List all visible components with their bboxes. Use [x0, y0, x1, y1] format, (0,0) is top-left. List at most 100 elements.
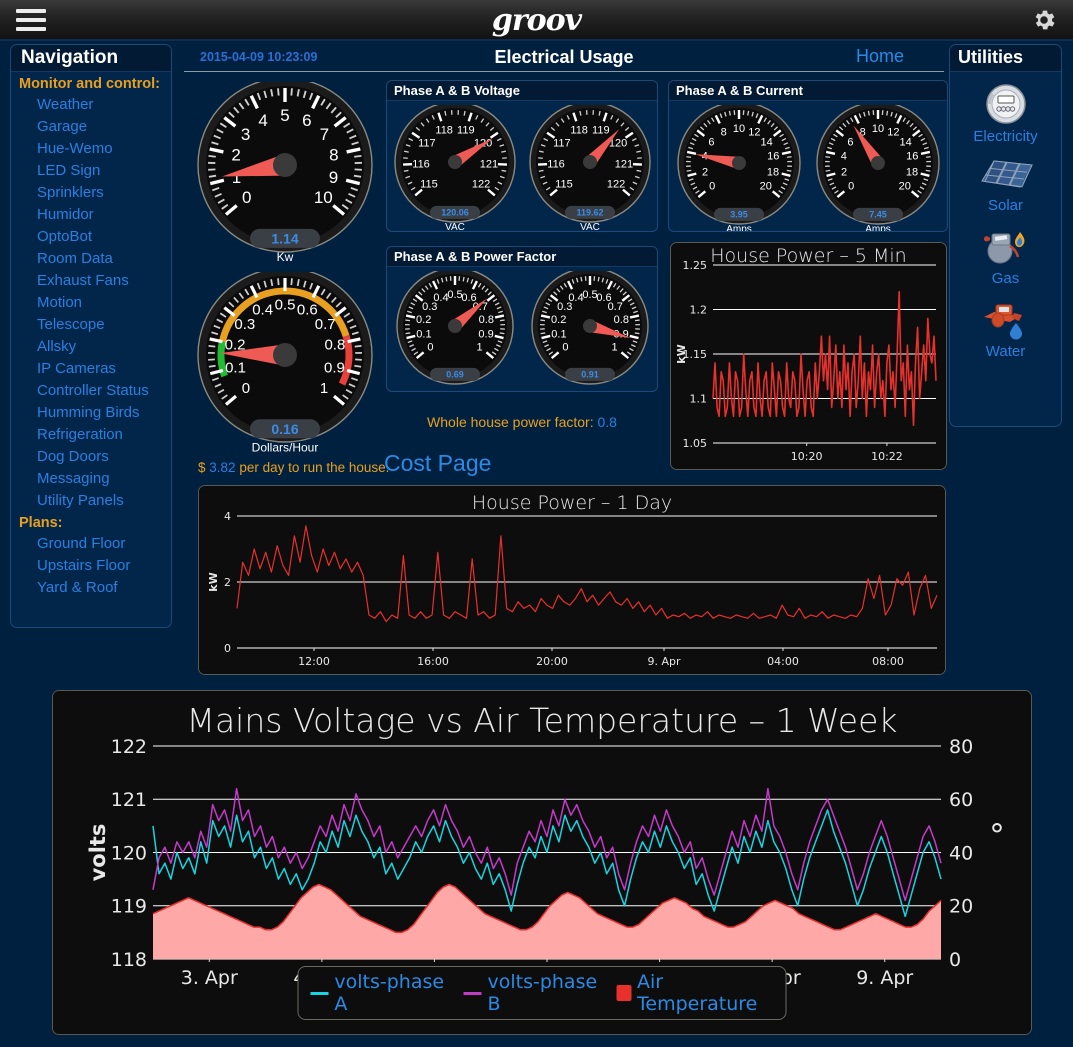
svg-text:9. Apr: 9. Apr — [647, 655, 680, 668]
power-factor-gauge-a: 0 0.1 0.2 0.3 0.4 0.5 0.6 0.7 0.8 0.9 1 0.69 — [395, 271, 515, 391]
legend-label: Air Temperature — [637, 971, 758, 1015]
utility-label: Water — [985, 343, 1026, 360]
svg-text:119: 119 — [592, 125, 610, 137]
sidebar-item-refrigeration[interactable]: Refrigeration — [11, 423, 171, 445]
svg-text:20: 20 — [898, 180, 910, 192]
svg-text:12: 12 — [887, 126, 899, 138]
svg-text:2: 2 — [701, 166, 707, 178]
current-panel-title: Phase A & B Current — [669, 81, 947, 101]
utility-item-solar[interactable]: Solar — [950, 155, 1061, 214]
daily-cost-text: $ 3.82 per day to run the house. — [198, 460, 389, 475]
svg-text:1: 1 — [476, 341, 482, 353]
content-header: 2015-04-09 10:23:09 Electrical Usage Hom… — [184, 46, 944, 72]
legend-item[interactable]: volts-phase A — [310, 971, 450, 1015]
svg-text:6: 6 — [708, 136, 714, 148]
svg-text:9: 9 — [329, 168, 338, 187]
sidebar-item-telescope[interactable]: Telescope — [11, 313, 171, 335]
svg-text:1.1: 1.1 — [690, 392, 708, 405]
voltage-panel: Phase A & B Voltage 11511611711811912012… — [386, 80, 658, 232]
chart-title: House Power – 1 Day — [471, 492, 673, 514]
svg-text:kW: kW — [207, 572, 220, 591]
sidebar-item-controller-status[interactable]: Controller Status — [11, 379, 171, 401]
legend-label: volts-phase B — [487, 971, 598, 1015]
sidebar-item-messaging[interactable]: Messaging — [11, 467, 171, 489]
cost-value: 3.82 — [209, 460, 236, 475]
sidebar-item-humming-birds[interactable]: Humming Birds — [11, 401, 171, 423]
utility-label: Solar — [987, 197, 1024, 214]
sidebar-item-led-sign[interactable]: LED Sign — [11, 159, 171, 181]
sidebar-item-dog-doors[interactable]: Dog Doors — [11, 445, 171, 467]
svg-text:8: 8 — [720, 126, 726, 138]
sidebar-item-sprinklers[interactable]: Sprinklers — [11, 181, 171, 203]
utility-item-gas[interactable]: Gas — [950, 224, 1061, 287]
cost-page-link[interactable]: Cost Page — [384, 450, 491, 477]
svg-text:0: 0 — [848, 180, 854, 192]
svg-text:4: 4 — [840, 151, 846, 163]
svg-text:Amps: Amps — [726, 224, 752, 232]
pf-note-label: Whole house power factor: — [427, 414, 594, 430]
svg-text:4: 4 — [258, 111, 267, 130]
svg-text:0.16: 0.16 — [271, 421, 298, 437]
groov-logo: groov — [491, 3, 582, 38]
sidebar-item-optobot[interactable]: OptoBot — [11, 225, 171, 247]
svg-text:kW: kW — [675, 344, 688, 363]
sidebar-item-ground-floor[interactable]: Ground Floor — [11, 532, 171, 554]
svg-text:119: 119 — [111, 896, 147, 918]
sidebar-item-humidor[interactable]: Humidor — [11, 203, 171, 225]
sidebar-item-exhaust-fans[interactable]: Exhaust Fans — [11, 269, 171, 291]
svg-text:10:20: 10:20 — [791, 450, 823, 463]
utility-item-water[interactable]: Water — [950, 297, 1061, 360]
sidebar-item-garage[interactable]: Garage — [11, 115, 171, 137]
svg-text:0.4: 0.4 — [433, 292, 448, 304]
mains-voltage-vs-air-temp-chart: 1181191201211220204060803. Apr4. Apr5. A… — [52, 690, 1032, 1035]
svg-text:0.1: 0.1 — [225, 360, 246, 377]
svg-text:115: 115 — [555, 179, 573, 191]
svg-text:08:00: 08:00 — [872, 655, 904, 668]
svg-text:1: 1 — [320, 380, 328, 397]
legend-item[interactable]: volts-phase B — [463, 971, 603, 1015]
sidebar-item-hue-wemo[interactable]: Hue-Wemo — [11, 137, 171, 159]
svg-text:0.9: 0.9 — [324, 360, 345, 377]
svg-text:0.9: 0.9 — [478, 329, 493, 341]
svg-text:40: 40 — [949, 842, 973, 864]
svg-text:Dollars/Hour: Dollars/Hour — [252, 440, 319, 454]
sidebar-item-ip-cameras[interactable]: IP Cameras — [11, 357, 171, 379]
sidebar-item-yard-roof[interactable]: Yard & Roof — [11, 576, 171, 598]
svg-text:0.2: 0.2 — [416, 314, 431, 326]
utilities-sidebar: Utilities Electricity Solar Gas Water — [949, 44, 1062, 427]
sidebar-item-weather[interactable]: Weather — [11, 93, 171, 115]
svg-text:0: 0 — [562, 341, 568, 353]
cost-prefix: $ — [198, 460, 206, 475]
nav-group-label: Monitor and control: — [19, 76, 160, 92]
svg-text:117: 117 — [553, 138, 571, 150]
house-power-1day-chart: 0 2 4 12:00 16:00 20:00 9. Apr 04:00 08:00 kW Hous… — [198, 485, 946, 675]
electric-meter-icon — [982, 82, 1030, 126]
sidebar-item-room-data[interactable]: Room Data — [11, 247, 171, 269]
svg-text:10: 10 — [314, 188, 333, 207]
svg-text:7.45: 7.45 — [869, 210, 887, 220]
svg-text:121: 121 — [479, 159, 497, 171]
svg-text:6: 6 — [847, 136, 853, 148]
sidebar-item-upstairs-floor[interactable]: Upstairs Floor — [11, 554, 171, 576]
svg-text:°: ° — [989, 818, 1005, 854]
svg-text:3. Apr: 3. Apr — [181, 967, 238, 989]
gear-icon[interactable] — [1031, 7, 1057, 33]
legend-item[interactable]: Air Temperature — [616, 971, 774, 1015]
sidebar-item-motion[interactable]: Motion — [11, 291, 171, 313]
svg-text:0.5: 0.5 — [275, 296, 296, 313]
svg-text:121: 121 — [614, 159, 632, 171]
svg-text:0.1: 0.1 — [416, 329, 431, 341]
sidebar-item-utility-panels[interactable]: Utility Panels — [11, 489, 171, 511]
svg-text:2: 2 — [224, 576, 231, 589]
svg-text:1.14: 1.14 — [271, 230, 298, 246]
svg-text:0: 0 — [427, 341, 433, 353]
home-link[interactable]: Home — [856, 46, 904, 67]
svg-text:0: 0 — [224, 642, 231, 655]
svg-text:5: 5 — [280, 106, 289, 125]
svg-text:16: 16 — [767, 151, 779, 163]
utility-item-electricity[interactable]: Electricity — [950, 82, 1061, 145]
sidebar-item-allsky[interactable]: Allsky — [11, 335, 171, 357]
svg-text:9. Apr: 9. Apr — [856, 967, 913, 989]
top-bar: groov — [0, 0, 1073, 41]
svg-text:0.5: 0.5 — [447, 289, 462, 301]
